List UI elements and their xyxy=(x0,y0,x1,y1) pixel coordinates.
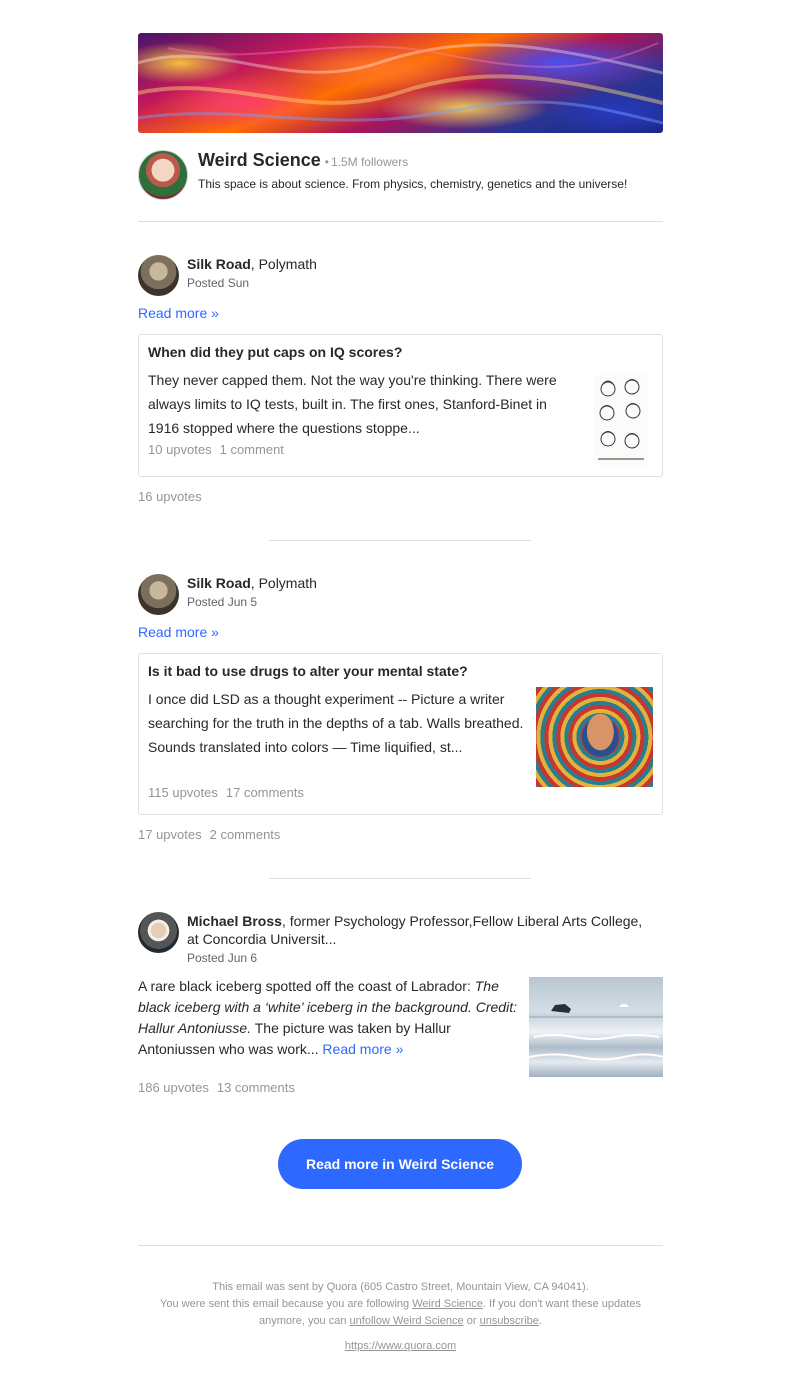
read-more-link[interactable]: Read more » xyxy=(138,305,219,321)
separator-dot: • xyxy=(324,155,329,169)
card-comments: 1 comment xyxy=(219,442,284,457)
card-upvotes: 10 upvotes xyxy=(148,442,212,457)
space-avatar[interactable] xyxy=(138,150,188,200)
shared-answer-card[interactable]: When did they put caps on IQ scores? The… xyxy=(138,334,663,477)
space-name[interactable]: Weird Science xyxy=(198,150,321,170)
footer-url-row: https://www.quora.com xyxy=(138,1340,663,1352)
footer-text: . xyxy=(538,1315,542,1327)
post-stats: 17 upvotes 2 comments xyxy=(138,827,280,842)
email-footer: This email was sent by Quora (605 Castro… xyxy=(138,1279,663,1330)
cover-swirl-graphic xyxy=(138,42,663,125)
iceberg-graphic xyxy=(528,1004,665,1061)
post-image[interactable] xyxy=(528,977,665,1077)
post-upvotes[interactable]: 186 upvotes xyxy=(138,1080,209,1095)
card-excerpt: They never capped them. Not the way you'… xyxy=(148,372,557,436)
author-name[interactable]: Silk Road xyxy=(187,575,251,591)
card-upvotes: 115 upvotes xyxy=(148,785,218,800)
author-name[interactable]: Michael Bross xyxy=(187,913,282,929)
author-name[interactable]: Silk Road xyxy=(187,256,251,272)
post-item: Silk Road, Polymath Posted Sun Read more… xyxy=(138,254,663,514)
divider xyxy=(269,540,531,541)
footer-reason-line: You were sent this email because you are… xyxy=(138,1296,663,1330)
author-avatar[interactable] xyxy=(138,255,179,296)
card-stats: 10 upvotes 1 comment xyxy=(148,442,284,457)
post-date: Posted Sun xyxy=(187,276,250,290)
card-stats: 115 upvotes 17 comments xyxy=(148,785,304,800)
space-cover-image[interactable] xyxy=(138,33,663,133)
divider xyxy=(138,221,663,222)
post-text-lead: A rare black iceberg spotted off the coa… xyxy=(138,978,475,994)
sketch-faces-graphic xyxy=(598,379,644,460)
divider xyxy=(269,878,531,879)
shared-answer-card[interactable]: Is it bad to use drugs to alter your men… xyxy=(138,653,663,815)
card-question-title[interactable]: Is it bad to use drugs to alter your men… xyxy=(148,663,468,679)
read-more-link[interactable]: Read more » xyxy=(138,624,219,640)
post-date: Posted Jun 5 xyxy=(187,595,258,609)
card-question-title[interactable]: When did they put caps on IQ scores? xyxy=(148,344,402,360)
quora-url-link[interactable]: https://www.quora.com xyxy=(345,1340,456,1352)
post-stats: 186 upvotes 13 comments xyxy=(138,1080,295,1095)
space-followers: 1.5M followers xyxy=(330,155,409,169)
author-credential: , Polymath xyxy=(250,575,317,591)
author-line: Silk Road, Polymath xyxy=(187,574,317,592)
post-comments[interactable]: 2 comments xyxy=(210,827,281,842)
author-line: Michael Bross, former Psychology Profess… xyxy=(187,912,657,948)
post-upvotes[interactable]: 17 upvotes xyxy=(138,827,202,842)
card-thumbnail-image[interactable] xyxy=(594,375,648,465)
read-more-link[interactable]: Read more » xyxy=(322,1041,403,1057)
footer-space-link[interactable]: Weird Science xyxy=(412,1298,483,1310)
author-avatar[interactable] xyxy=(138,912,179,953)
divider xyxy=(138,1245,663,1246)
read-more-in-space-button[interactable]: Read more in Weird Science xyxy=(278,1139,522,1189)
footer-text: You were sent this email because you are… xyxy=(160,1298,413,1310)
footer-sender-line: This email was sent by Quora (605 Castro… xyxy=(212,1281,589,1293)
author-avatar[interactable] xyxy=(138,574,179,615)
space-description: This space is about science. From physic… xyxy=(198,177,628,191)
footer-text: or xyxy=(463,1315,480,1327)
author-line: Silk Road, Polymath xyxy=(187,255,317,273)
post-comments[interactable]: 13 comments xyxy=(217,1080,295,1095)
card-comments: 17 comments xyxy=(225,785,304,800)
card-excerpt: I once did LSD as a thought experiment -… xyxy=(148,691,524,755)
post-date: Posted Jun 6 xyxy=(187,951,258,965)
footer-unfollow-link[interactable]: unfollow Weird Science xyxy=(350,1315,464,1327)
post-item: Silk Road, Polymath Posted Jun 5 Read mo… xyxy=(138,573,663,853)
space-title-row: Weird Science • 1.5M followers xyxy=(198,150,663,171)
card-thumbnail-image[interactable] xyxy=(536,687,653,787)
author-credential: , Polymath xyxy=(250,256,317,272)
post-text: A rare black iceberg spotted off the coa… xyxy=(138,976,523,1060)
footer-unsubscribe-link[interactable]: unsubscribe xyxy=(480,1315,539,1327)
post-item: Michael Bross, former Psychology Profess… xyxy=(138,911,665,1111)
post-stats: 16 upvotes xyxy=(138,489,202,504)
post-upvotes[interactable]: 16 upvotes xyxy=(138,489,202,504)
